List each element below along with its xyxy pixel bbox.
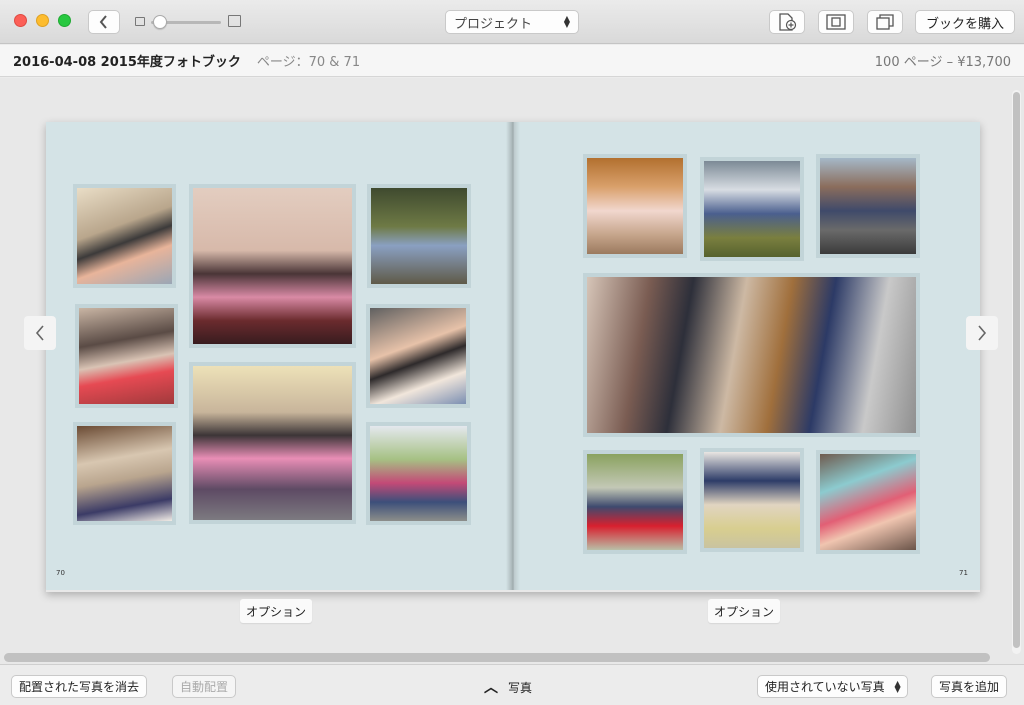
add-page-icon xyxy=(779,13,797,31)
back-button[interactable] xyxy=(88,10,120,34)
photo-slot[interactable] xyxy=(816,450,920,554)
vertical-scroll-thumb[interactable] xyxy=(1013,92,1020,648)
photo xyxy=(77,188,172,284)
unused-photos-label: 使用されていない写真 xyxy=(765,680,885,694)
chevron-up-icon: ︿ xyxy=(484,680,498,696)
left-page-options-button[interactable]: オプション xyxy=(240,599,313,623)
photo xyxy=(820,454,916,550)
photo-slot[interactable] xyxy=(189,362,356,524)
photo-slot[interactable] xyxy=(75,304,178,408)
updown-icon: ▲ ▼ xyxy=(563,14,570,29)
right-page-options-button[interactable]: オプション xyxy=(708,599,781,623)
previous-page-button[interactable] xyxy=(24,316,56,350)
photo-slot[interactable] xyxy=(366,304,470,408)
photo xyxy=(587,277,916,433)
photo xyxy=(587,158,683,254)
project-select-label: プロジェクト xyxy=(454,16,533,32)
next-page-button[interactable] xyxy=(966,316,998,350)
clear-placed-photos-button[interactable]: 配置された写真を消去 xyxy=(11,675,148,698)
chevron-right-icon xyxy=(978,325,987,341)
left-page-number: 70 xyxy=(56,569,65,577)
add-page-button[interactable] xyxy=(769,10,805,34)
layout-icon xyxy=(826,14,846,30)
close-window-button[interactable] xyxy=(14,14,27,27)
bottom-bar: 配置された写真を消去 自動配置 ︿ 写真 使用されていない写真 ▲ ▼ 写真を追加 xyxy=(0,664,1024,705)
photo xyxy=(704,161,800,257)
layout-button[interactable] xyxy=(818,10,854,34)
photo xyxy=(193,188,352,344)
large-photo-icon xyxy=(228,15,241,27)
add-photos-button[interactable]: 写真を追加 xyxy=(931,675,1008,698)
right-page-number: 71 xyxy=(959,569,968,577)
photo-slot[interactable] xyxy=(73,422,176,525)
photos-toggle-label: 写真 xyxy=(508,680,533,695)
photo-slot[interactable] xyxy=(816,154,920,258)
photo-slot[interactable] xyxy=(583,273,920,437)
zoom-slider[interactable] xyxy=(135,13,241,31)
project-select[interactable]: プロジェクト ▲ ▼ xyxy=(445,10,579,34)
book-title: 2016-04-08 2015年度フォトブック xyxy=(13,55,241,70)
photo-slot[interactable] xyxy=(189,184,356,348)
photo-slot[interactable] xyxy=(583,450,687,554)
book-gutter xyxy=(506,122,520,590)
small-photo-icon xyxy=(135,17,145,26)
title-bar: プロジェクト ▲ ▼ ブックを購入 xyxy=(0,0,1024,44)
photo xyxy=(79,308,174,404)
photo xyxy=(77,426,172,521)
photo xyxy=(704,452,800,548)
minimize-window-button[interactable] xyxy=(36,14,49,27)
photo-slot[interactable] xyxy=(367,184,471,288)
page-copy-icon xyxy=(876,14,894,30)
photo-slot[interactable] xyxy=(366,422,471,525)
updown-icon: ▲ ▼ xyxy=(894,679,901,694)
info-bar: 2016-04-08 2015年度フォトブック ページ：70 & 71 100 … xyxy=(0,45,1024,77)
photo-slot[interactable] xyxy=(73,184,176,288)
photos-toggle[interactable]: ︿ 写真 xyxy=(484,677,532,697)
back-icon xyxy=(99,15,107,29)
photo xyxy=(371,188,467,284)
zoom-knob[interactable] xyxy=(153,15,167,29)
buy-book-button[interactable]: ブックを購入 xyxy=(915,10,1015,34)
maximize-window-button[interactable] xyxy=(58,14,71,27)
photo-slot[interactable] xyxy=(700,448,804,552)
chevron-left-icon xyxy=(35,325,44,341)
horizontal-scrollbar[interactable] xyxy=(4,653,990,662)
unused-photos-select[interactable]: 使用されていない写真 ▲ ▼ xyxy=(757,675,908,698)
page-copy-button[interactable] xyxy=(867,10,903,34)
photo xyxy=(820,158,916,254)
photo xyxy=(370,308,466,404)
photo xyxy=(587,454,683,550)
photo-slot[interactable] xyxy=(583,154,687,258)
page-indicator: ページ：70 & 71 xyxy=(256,55,361,70)
photo xyxy=(193,366,352,520)
page-count-price: 100 ページ – ¥13,700 xyxy=(874,55,1011,70)
vertical-scrollbar[interactable] xyxy=(1012,90,1021,654)
photo-slot[interactable] xyxy=(700,157,804,261)
book-canvas: 70 71 オプション オプション xyxy=(0,78,1024,664)
autoplace-button[interactable]: 自動配置 xyxy=(172,675,237,698)
photo xyxy=(370,426,467,521)
